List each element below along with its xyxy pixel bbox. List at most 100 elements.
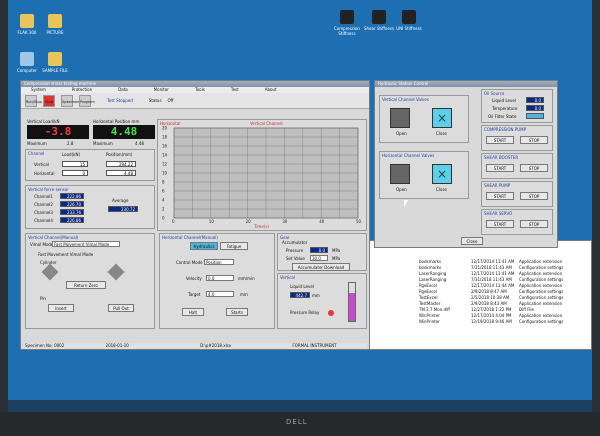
set-value-input[interactable]: 30.0 bbox=[310, 255, 328, 261]
desktop-icon-label: Compression Stiffness bbox=[334, 26, 360, 36]
channel-row-name: Horizontal bbox=[34, 171, 55, 176]
pump-start-button[interactable]: START bbox=[486, 136, 514, 144]
vc-manual-title: Vertical Channel(Manual) bbox=[28, 235, 79, 240]
channel-panel: Channel Load(kN) Position(mm) Vertical 1… bbox=[25, 149, 155, 181]
accumulator-subtitle: Accumulator bbox=[282, 240, 308, 245]
oil-row-value: 0.0 bbox=[526, 97, 544, 103]
down-arrow-icon[interactable] bbox=[41, 263, 59, 281]
pump-panel: SHEAR SERVO START STOP bbox=[481, 209, 553, 235]
valve-open-label: Open bbox=[396, 131, 407, 136]
start-button[interactable]: Starts bbox=[226, 308, 248, 316]
vertical-load-max-label: Maximum bbox=[27, 141, 47, 146]
velocity-input[interactable]: 0.0 bbox=[206, 275, 234, 281]
channel-position-value: 294.22 bbox=[106, 161, 136, 167]
pump-stop-button[interactable]: STOP bbox=[520, 136, 548, 144]
accumulator-panel: Gear Accumulator Pressure 0.0 MPa Set Va… bbox=[277, 233, 367, 271]
vc-mode-select[interactable]: Fast Movement Vimal Mode bbox=[52, 241, 120, 247]
vertical-load-label: Vertical Load/kN bbox=[27, 119, 60, 124]
menu-item[interactable]: Protection bbox=[72, 87, 92, 93]
vertical-valve-title: Vertical Channel Valves bbox=[382, 97, 429, 102]
toolbar: Run/Stop Stop Specimen Program Test Stop… bbox=[21, 93, 369, 109]
y-tick-label: 18 bbox=[162, 135, 168, 140]
valve-open-icon[interactable] bbox=[390, 108, 410, 128]
desktop-icon[interactable]: PICTURE bbox=[38, 14, 72, 35]
pin-label: Pin bbox=[40, 296, 46, 301]
valve-close-icon[interactable]: × bbox=[432, 108, 452, 128]
desktop-icon[interactable]: Compression Stiffness bbox=[330, 10, 364, 36]
oil-source-panel: Oil Source Liquid Level 0.0 Temperature … bbox=[481, 89, 553, 123]
pump-panel: SHEAR PUMP START STOP bbox=[481, 181, 553, 207]
liquid-level-value: 442.7 bbox=[290, 292, 310, 298]
desktop-icon[interactable]: SAMPLE FILE bbox=[38, 52, 72, 73]
desktop-icon-label: PICTURE bbox=[46, 30, 64, 35]
liquid-level-unit: mm bbox=[312, 293, 320, 298]
vertical-load-max-value: 2.8 bbox=[67, 141, 74, 146]
pump-stop-button[interactable]: STOP bbox=[520, 164, 548, 172]
vc-fast-mode-title: Fast Movement Vimal Mode bbox=[38, 252, 94, 257]
pump-start-button[interactable]: START bbox=[486, 192, 514, 200]
menu-item[interactable]: Monitor bbox=[154, 87, 169, 93]
menu-item[interactable]: Tools bbox=[195, 87, 205, 93]
pump-stop-button[interactable]: STOP bbox=[520, 192, 548, 200]
valve-close-icon[interactable]: × bbox=[432, 164, 452, 184]
pump-start-button[interactable]: START bbox=[486, 164, 514, 172]
desktop-icon-label: Shear Stiffness bbox=[363, 26, 395, 31]
menu-item[interactable]: About bbox=[265, 87, 277, 93]
sensor-channel-name: Channel3 bbox=[34, 210, 53, 215]
horizontal-pos-label: Horizontal Position mm bbox=[93, 119, 140, 124]
position-header: Position(mm) bbox=[106, 152, 133, 157]
velocity-unit: mm/min bbox=[238, 276, 255, 281]
set-value-label: Set Value bbox=[286, 256, 305, 261]
horizontal-pos-value: 4.48 bbox=[93, 125, 155, 139]
desktop-icon[interactable]: UNI Stiffness bbox=[392, 10, 426, 31]
pull-out-button[interactable]: Pull Out bbox=[108, 304, 134, 312]
program-button[interactable]: Program bbox=[79, 94, 95, 107]
main-window: Compression shear testing machine System… bbox=[20, 80, 370, 350]
set-value-unit: MPa bbox=[332, 256, 341, 261]
specimen-number: Specimen No: 0002 bbox=[25, 343, 65, 348]
oil-row-label: Oil Filter State bbox=[488, 114, 517, 119]
pressure-relay-indicator bbox=[328, 310, 334, 316]
x-tick-label: 40 bbox=[319, 219, 325, 224]
folder-icon bbox=[48, 52, 62, 66]
specimen-button[interactable]: Specimen bbox=[61, 94, 79, 107]
vertical-liquid-panel: Vertical Liquid Level 442.7 mm Pressure … bbox=[277, 273, 367, 329]
insert-button[interactable]: Insert bbox=[48, 304, 74, 312]
return-zero-button[interactable]: Return Zero bbox=[66, 281, 106, 289]
horizontal-channel-manual-panel: Horizontal Channel(Manual) Hydraulics Fa… bbox=[159, 233, 275, 329]
pump-start-button[interactable]: START bbox=[486, 220, 514, 228]
menu-item[interactable]: Test bbox=[231, 87, 239, 93]
channel-title: Channel bbox=[28, 151, 45, 156]
average-value: 230.72 bbox=[108, 206, 138, 212]
stop-button[interactable]: Stop bbox=[43, 94, 55, 107]
menu-item[interactable]: System bbox=[31, 87, 46, 93]
folder-icon bbox=[48, 14, 62, 28]
file-footer-size: Size: 1.40 MB bbox=[474, 332, 502, 337]
tab-hydraulics[interactable]: Hydraulics bbox=[190, 242, 218, 250]
y-tick-label: 14 bbox=[162, 153, 168, 158]
target-input[interactable]: 4.0 bbox=[206, 291, 234, 297]
valve-open-icon[interactable] bbox=[390, 164, 410, 184]
tab-fatigue[interactable]: Fatigue bbox=[220, 242, 248, 250]
valve-close-label: Close bbox=[436, 187, 447, 192]
up-arrow-icon[interactable] bbox=[107, 263, 125, 281]
y-tick-label: 4 bbox=[162, 198, 165, 203]
y-tick-label: 6 bbox=[162, 189, 165, 194]
horizontal-valve-panel: Horizontal Channel Valves Open × Close bbox=[379, 151, 469, 199]
vertical-force-sensor-panel: Vertical force sensor Channel1 222.86 Ch… bbox=[25, 185, 155, 229]
close-button[interactable]: Close bbox=[461, 237, 483, 245]
menu-item[interactable]: Data bbox=[118, 87, 128, 93]
halt-button[interactable]: Halt bbox=[182, 308, 204, 316]
desktop-icon[interactable]: Shear Stiffness bbox=[362, 10, 396, 31]
target-unit: mm bbox=[240, 292, 248, 297]
run-stop-button[interactable]: Run/Stop bbox=[25, 94, 42, 107]
force-sensor-title: Vertical force sensor bbox=[28, 187, 69, 192]
y-tick-label: 0 bbox=[162, 216, 165, 221]
sensor-channel-value: 226.70 bbox=[60, 201, 84, 207]
pump-stop-button[interactable]: STOP bbox=[520, 220, 548, 228]
y-tick-label: 12 bbox=[162, 162, 168, 167]
channel-load-value: 15 bbox=[62, 161, 88, 167]
horizontal-pos-max-value: 4.48 bbox=[135, 141, 144, 146]
accumulator-download-button[interactable]: Accumulator Download bbox=[292, 263, 350, 271]
control-mode-select[interactable]: Position bbox=[204, 259, 234, 265]
